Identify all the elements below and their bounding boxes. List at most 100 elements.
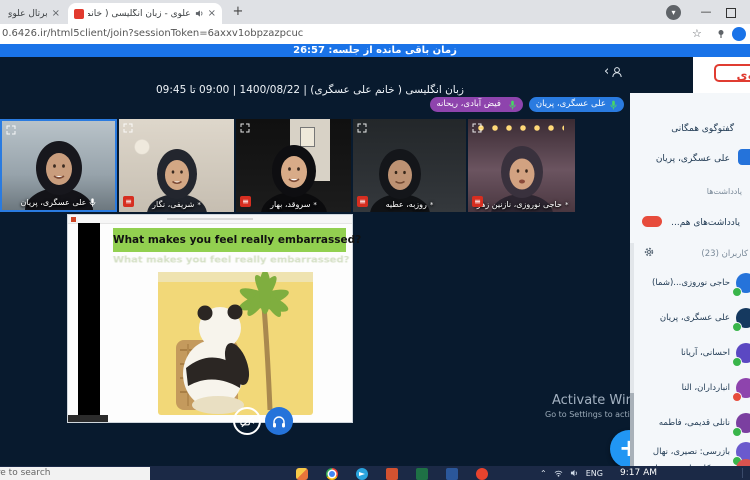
fullscreen-icon[interactable]: [240, 123, 250, 133]
powerpoint-icon: [71, 217, 76, 222]
slide-watermark: [68, 415, 108, 422]
extension-pin-icon[interactable]: [716, 29, 726, 39]
tab-favicon: [74, 8, 84, 19]
speaking-indicators: فیض آبادی، ریحانه علی عسگری، پریان: [429, 97, 624, 112]
webcam-status-dot: [732, 287, 742, 297]
new-tab-button[interactable]: +: [230, 4, 246, 20]
url-text[interactable]: 0.6426.ir/html5client/join?sessionToken=…: [2, 28, 303, 39]
fullscreen-icon[interactable]: [357, 123, 367, 133]
browser-profile-avatar[interactable]: [732, 27, 746, 41]
fullscreen-icon[interactable]: [472, 123, 482, 133]
speaker-pill[interactable]: علی عسگری، پریان: [528, 97, 624, 112]
participant-name: علی عسگری، پریان: [659, 313, 730, 323]
webcam-name-label: سروقد، بهار *: [236, 200, 351, 209]
camera-off-icon: [239, 415, 254, 427]
participant-row[interactable]: علی عسگری، پریان: [630, 308, 750, 334]
tab-close-icon[interactable]: ×: [52, 8, 60, 19]
language-indicator[interactable]: ENG: [586, 469, 603, 478]
browser-tab-portal[interactable]: برتال علوی ×: [2, 3, 66, 24]
shared-notes-item[interactable]: یادداشت‌های هم...: [630, 213, 750, 235]
taskbar-clock[interactable]: 9:17 AM: [620, 468, 657, 478]
network-icon[interactable]: [554, 469, 563, 477]
meeting-title: زبان انگلیسی ( خانم علی عسگری) | 1400/08…: [155, 84, 464, 96]
window-maximize-button[interactable]: [726, 8, 736, 18]
window-minimize-button[interactable]: —: [698, 5, 714, 18]
alavi-logo: وی: [714, 64, 750, 82]
private-chat-label: علی عسگری، پریان: [655, 154, 730, 164]
webcam-tile[interactable]: شریفی، نگار * ≡: [119, 119, 234, 212]
browser-update-icon[interactable]: ▾: [666, 5, 681, 20]
word-app-icon[interactable]: [446, 468, 458, 480]
fullscreen-icon[interactable]: [6, 125, 16, 135]
status-badge-icon: ≡: [357, 196, 368, 207]
powerpoint-app-icon[interactable]: [386, 468, 398, 480]
fullscreen-icon[interactable]: [123, 123, 133, 133]
webcam-name-label: حاجی نوروزی، نازنین زهرا *: [468, 200, 575, 209]
slide-question-banner: What makes you feel really embarrassed?: [113, 228, 361, 252]
mic-muted-icon: *: [564, 200, 569, 209]
titlebar-text-placeholder: [167, 218, 253, 220]
photos-app-icon[interactable]: [296, 468, 308, 480]
chrome-app-icon[interactable]: [326, 468, 338, 480]
browser-urlbar: 0.6426.ir/html5client/join?sessionToken=…: [0, 24, 750, 45]
telegram-app-icon[interactable]: [356, 468, 368, 480]
participant-name: نانلی قدیمی، فاطمه: [658, 418, 730, 428]
users-section-header: کاربران (23): [701, 249, 748, 259]
bookmark-star-icon[interactable]: ☆: [692, 27, 702, 40]
private-chat-item[interactable]: علی عسگری، پریان: [630, 149, 750, 171]
webcam-tile[interactable]: حاجی نوروزی، نازنین زهرا * ≡: [468, 119, 575, 212]
participants-toggle[interactable]: ‹: [604, 64, 623, 79]
presentation-area: What makes you feel really embarrassed? …: [68, 215, 361, 422]
notes-section-header: یادداشت‌ها: [706, 187, 742, 196]
slide-question-reflection: What makes you feel really embarrassed?: [113, 255, 350, 266]
chat-avatar: [738, 149, 750, 165]
mic-icon: [509, 100, 516, 109]
status-badge-icon: ≡: [240, 196, 251, 207]
tab-audio-icon: [195, 9, 204, 18]
browser-tabbar: برتال علوی × علوی - زبان انگلیسی ( خانم …: [0, 0, 750, 24]
browser-app-icon[interactable]: [476, 468, 488, 480]
tab-title: علوی - زبان انگلیسی ( خانم علی عس...: [88, 8, 191, 19]
webcam-tile[interactable]: علی عسگری، پریان: [0, 119, 117, 212]
speaker-pill[interactable]: فیض آبادی، ریحانه: [429, 97, 523, 112]
person-icon: [612, 67, 622, 78]
public-chat-label: گفتوگوی همگانی: [671, 124, 734, 134]
participant-name: علی عسگری، پریان: [20, 198, 87, 207]
status-badge-icon: ≡: [472, 196, 483, 207]
show-desktop-button[interactable]: [742, 468, 749, 478]
webcam-tile[interactable]: سروقد، بهار * ≡: [236, 119, 351, 212]
webcam-status-dot: [732, 392, 742, 402]
participant-row[interactable]: احسانی، آریانا: [630, 343, 750, 369]
participant-name: سروقد، بهار: [270, 200, 311, 209]
speaker-name: فیض آبادی، ریحانه: [436, 99, 501, 109]
participant-row[interactable]: انبارداران، النا: [630, 378, 750, 404]
tray-expand-icon[interactable]: ⌃: [540, 469, 547, 478]
mic-icon: [90, 198, 96, 207]
public-chat-item[interactable]: گفتوگوی همگانی: [630, 119, 750, 141]
excel-app-icon[interactable]: [416, 468, 428, 480]
mic-muted-icon: *: [429, 200, 434, 209]
sidebar-panel: گفتوگوی همگانی علی عسگری، پریان یادداشت‌…: [630, 93, 750, 480]
webcam-name-label: علی عسگری، پریان: [2, 198, 115, 207]
chevron-left-icon: ‹: [604, 64, 610, 79]
gear-icon[interactable]: [644, 247, 654, 257]
shared-notes-label: یادداشت‌های هم...: [671, 218, 740, 228]
tab-close-icon[interactable]: ×: [208, 8, 216, 19]
webcam-toggle-button[interactable]: [233, 407, 261, 435]
webcam-name-label: روزبه، عطیه *: [353, 200, 466, 209]
sidebar-scrollbar[interactable]: [630, 243, 634, 480]
webcam-tile[interactable]: روزبه، عطیه * ≡: [353, 119, 466, 212]
participant-row[interactable]: نانلی قدیمی، فاطمه: [630, 413, 750, 439]
audio-toggle-button[interactable]: [265, 407, 293, 435]
webcam-status-dot: [732, 357, 742, 367]
sidebar-logo-area: وی: [693, 57, 750, 94]
system-tray: ⌃ ENG: [540, 466, 603, 480]
participant-name: بازرسی: نصیری، نهال: [652, 447, 730, 457]
volume-icon[interactable]: [570, 469, 579, 477]
participant-name: حاجی نوروزی، نازنین زهرا: [474, 200, 562, 209]
taskbar-search-input[interactable]: Type here to search: [0, 467, 150, 480]
windows-taskbar: Type here to search ⌃ ENG 9:17 AM: [0, 466, 750, 480]
browser-tab-class[interactable]: علوی - زبان انگلیسی ( خانم علی عس... ×: [68, 3, 222, 24]
participant-row[interactable]: حاجی نوروزی...(شما): [630, 273, 750, 299]
slide-window-titlebar: [68, 215, 352, 224]
